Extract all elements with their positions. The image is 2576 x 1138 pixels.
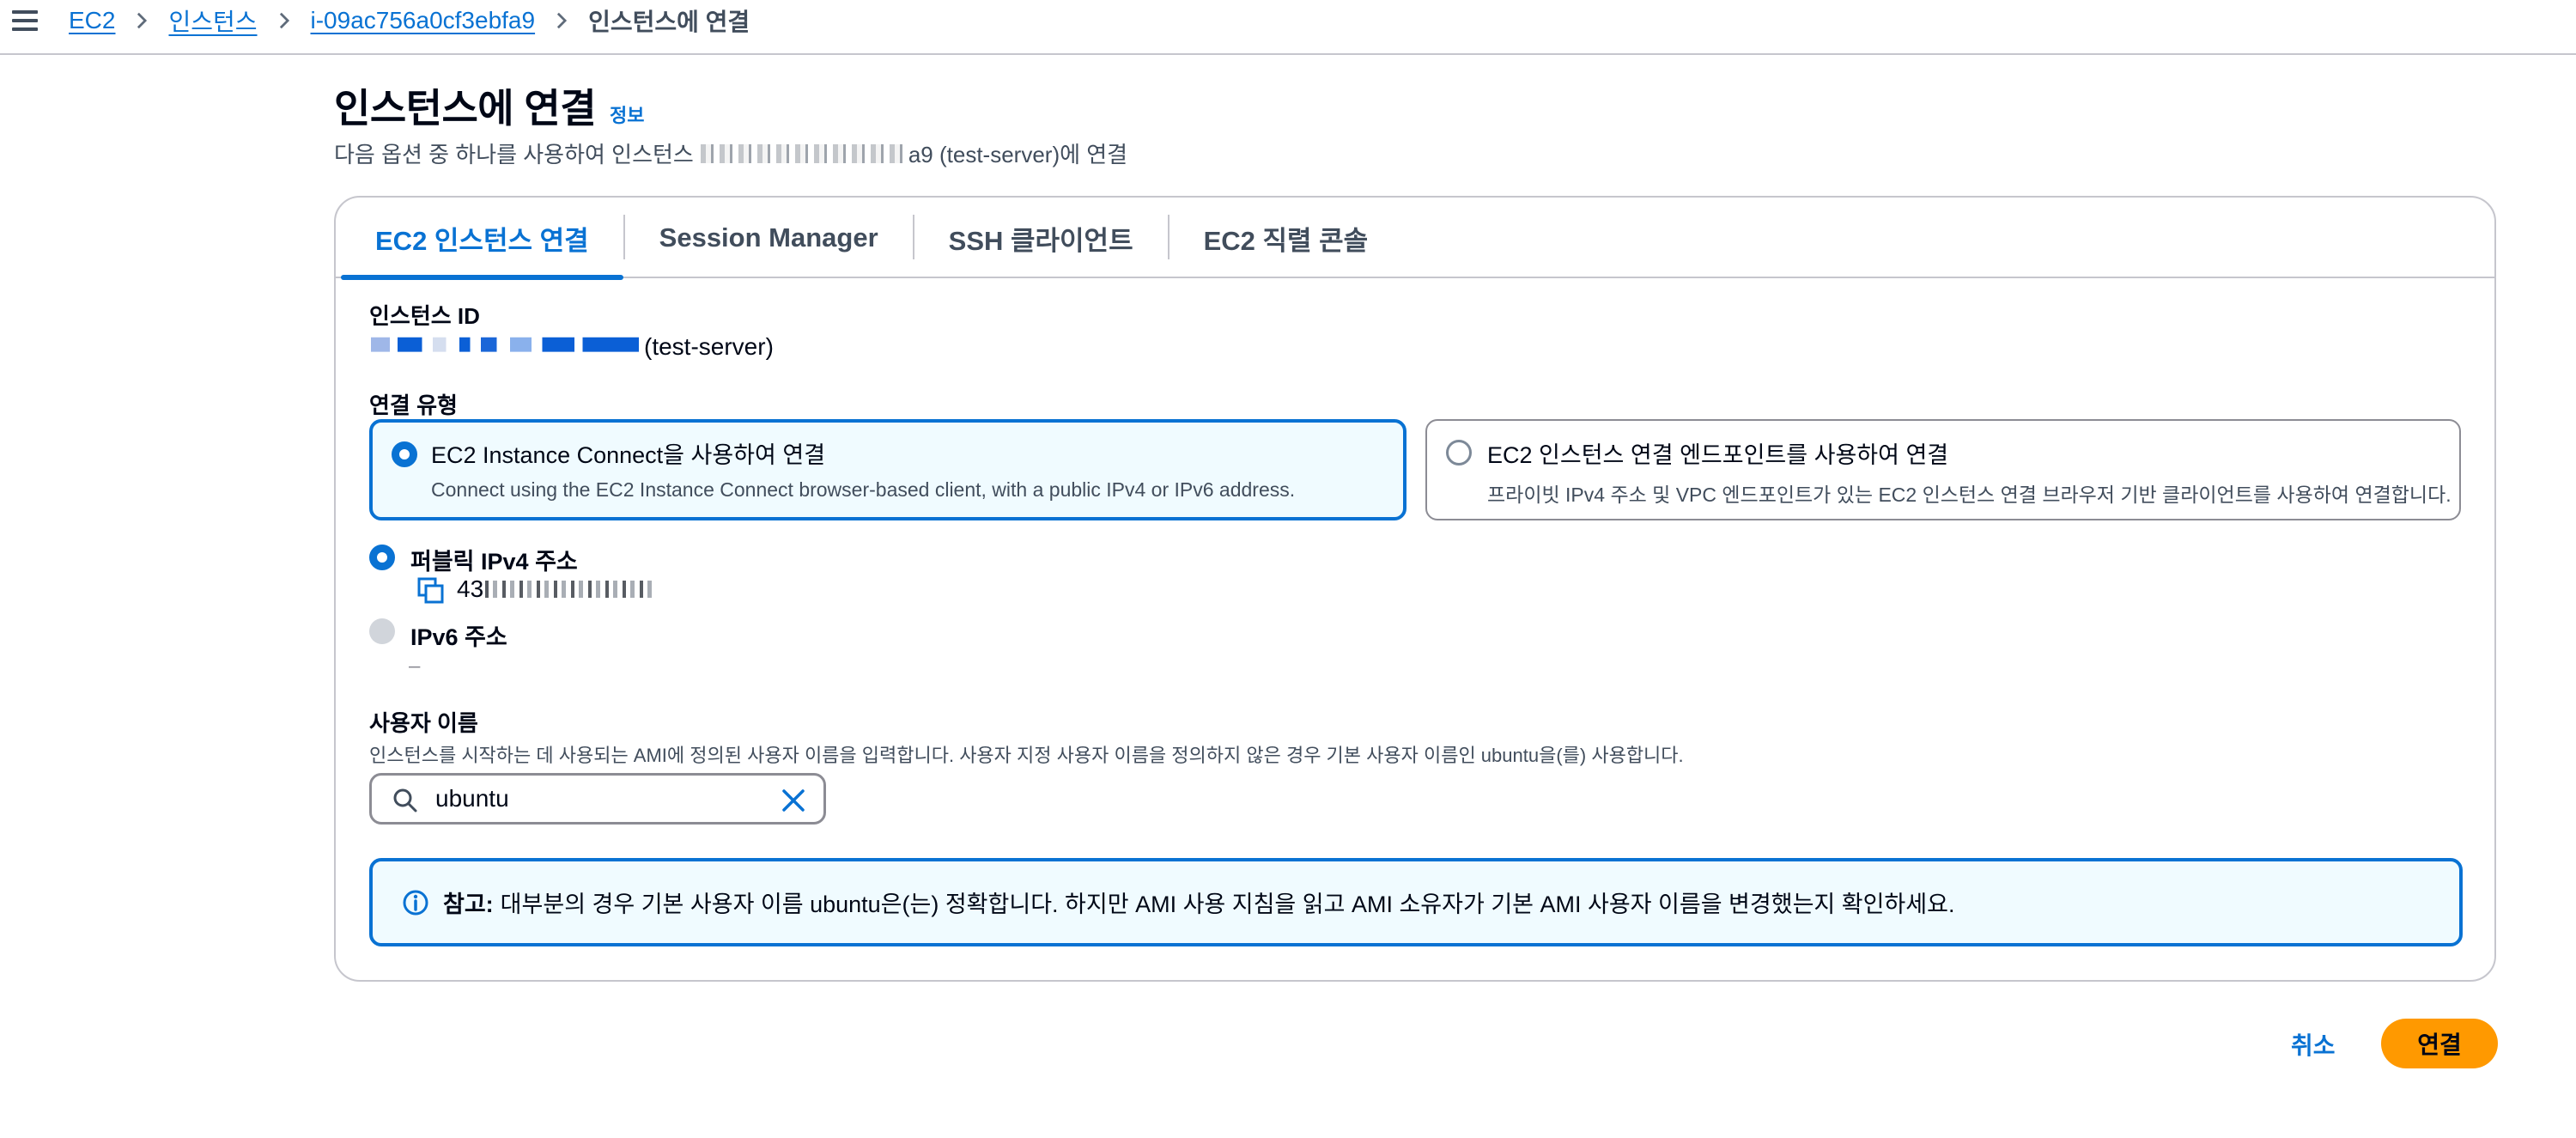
breadcrumb-instance-id[interactable]: i-09ac756a0cf3ebfa9 [311,7,536,34]
instance-name: (test-server) [644,333,774,360]
connection-type-label: 연결 유형 [369,393,458,418]
public-ipv4-prefix: 43 [457,575,484,602]
instance-id-label: 인스턴스 ID [369,303,480,329]
connection-option-desc: Connect using the EC2 Instance Connect b… [431,478,1296,501]
info-link[interactable]: 정보 [610,100,644,128]
tab-ec2-serial-console[interactable]: EC2 직렬 콘솔 [1170,198,1403,278]
connection-option-desc: 프라이빗 IPv4 주소 및 VPC 엔드포인트가 있는 EC2 인스턴스 연결… [1487,484,2451,506]
tab-ssh-client[interactable]: SSH 클라이언트 [914,198,1168,278]
radio-ipv6 [369,618,395,644]
search-icon [393,788,417,812]
connection-option-instance-connect[interactable]: EC2 Instance Connect을 사용하여 연결 Connect us… [369,419,1406,520]
chevron-right-icon [552,11,571,30]
breadcrumb-ec2[interactable]: EC2 [69,7,115,34]
instance-id-value: (test-server) [371,333,774,361]
copy-icon[interactable] [417,577,445,605]
cancel-button[interactable]: 취소 [2291,1027,2336,1062]
page-description: 다음 옵션 중 하나를 사용하여 인스턴스 a9 (test-server)에 … [334,137,1127,169]
connection-option-endpoint[interactable]: EC2 인스턴스 연결 엔드포인트를 사용하여 연결 프라이빗 IPv4 주소 … [1425,419,2461,520]
redacted-instance-id [371,337,639,352]
redacted-instance-id [700,143,907,163]
chevron-right-icon [275,11,294,30]
info-icon [403,890,428,915]
public-ipv4-label: 퍼블릭 IPv4 주소 [410,549,578,575]
breadcrumb-current: 인스턴스에 연결 [588,9,750,35]
page-title: 인스턴스에 연결 [334,86,597,131]
ipv6-value: – [409,654,421,678]
tab-session-manager[interactable]: Session Manager [625,198,913,278]
username-description: 인스턴스를 시작하는 데 사용되는 AMI에 정의된 사용자 이름을 입력합니다… [369,745,1684,766]
info-alert: 참고: 대부분의 경우 기본 사용자 이름 ubuntu은(는) 정확합니다. … [369,858,2463,946]
radio-endpoint[interactable] [1446,440,1472,466]
top-navigation-bar: EC2 인스턴스 i-09ac756a0cf3ebfa9 인스턴스에 연결 [0,0,2576,55]
page-header: 인스턴스에 연결 정보 [334,77,645,134]
radio-instance-connect[interactable] [392,441,417,467]
chevron-right-icon [132,11,151,30]
menu-icon[interactable] [12,8,38,33]
radio-public-ipv4[interactable] [369,545,395,570]
tab-ec2-instance-connect[interactable]: EC2 인스턴스 연결 [341,198,623,280]
breadcrumb-instances[interactable]: 인스턴스 [168,3,257,38]
username-label: 사용자 이름 [369,710,478,736]
alert-title: 참고: [443,892,494,917]
username-field[interactable] [369,773,826,825]
close-icon[interactable] [781,788,806,813]
page-description-suffix: a9 (test-server)에 연결 [908,142,1128,167]
connect-button[interactable]: 연결 [2381,1019,2498,1068]
breadcrumb: EC2 인스턴스 i-09ac756a0cf3ebfa9 인스턴스에 연결 [69,5,750,36]
ipv6-label: IPv6 주소 [410,624,507,650]
tab-list: EC2 인스턴스 연결 Session Manager SSH 클라이언트 EC… [336,198,2494,280]
public-ipv4-value: 43 [457,575,658,603]
page-description-prefix: 다음 옵션 중 하나를 사용하여 인스턴스 [334,142,694,167]
redacted-ip [485,581,658,598]
connection-option-title: EC2 인스턴스 연결 엔드포인트를 사용하여 연결 [1487,442,1949,468]
username-input[interactable] [435,785,762,812]
connection-option-title: EC2 Instance Connect을 사용하여 연결 [431,442,826,468]
alert-message: 대부분의 경우 기본 사용자 이름 ubuntu은(는) 정확합니다. 하지만 … [500,892,1955,917]
